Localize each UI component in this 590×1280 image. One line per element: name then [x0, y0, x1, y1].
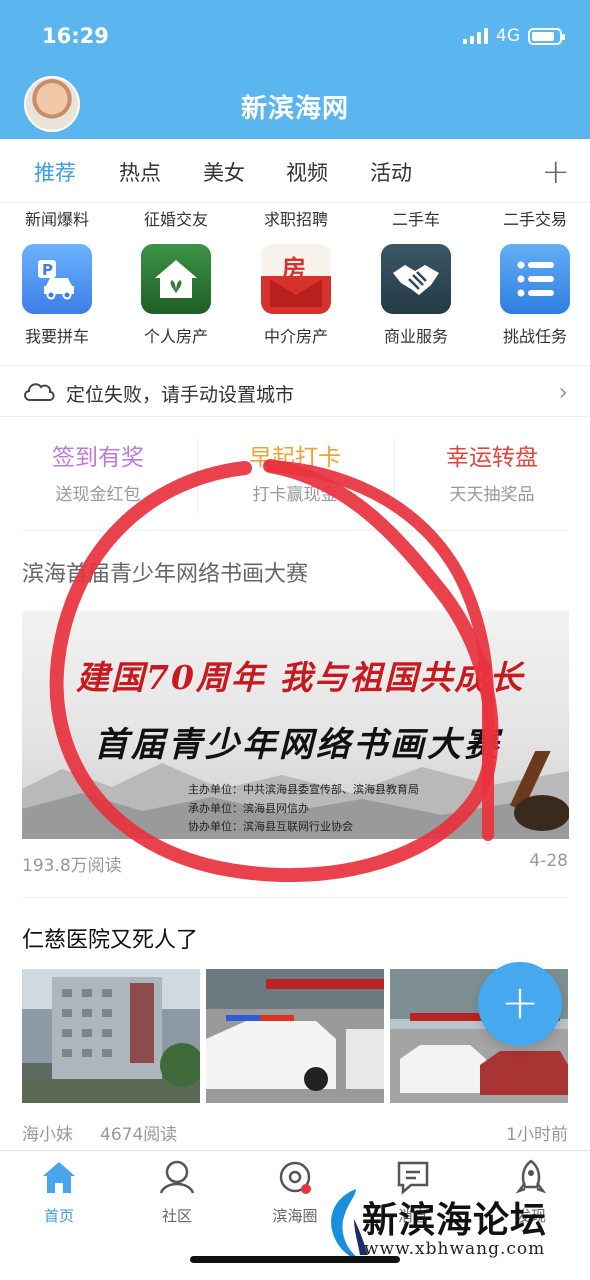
banner-organizer: 承办单位：滨海县网信办 [188, 802, 309, 815]
promo-row: 签到有奖 送现金红包 早起打卡 打卡赢现金 幸运转盘 天天抽奖品 [0, 430, 590, 520]
nav-community[interactable]: 社区 [118, 1159, 236, 1226]
banner-subheadline: 首届青少年网络书画大赛 [94, 725, 501, 765]
agency-house-icon: 房 [261, 244, 331, 314]
article-date: 4-28 [529, 851, 568, 871]
app-screen: 16:29 4G 新滨海网 推荐 热点 美女 视频 活动 + 新闻爆料 征婚交友… [0, 0, 590, 1280]
handshake-icon [381, 244, 451, 314]
shortcut-grid: P 我要拼车 个人房产 房 中介房产 商业服务 挑战任务 [0, 244, 590, 347]
promo-subtitle: 送现金红包 [55, 485, 141, 505]
nav-label: 社区 [161, 1207, 192, 1225]
app-title: 新滨海网 [240, 94, 349, 124]
location-text: 定位失败，请手动设置城市 [66, 384, 295, 406]
shortcut-row-top: 新闻爆料 征婚交友 求职招聘 二手车 二手交易 [0, 206, 590, 230]
shortcut-personal-house[interactable]: 个人房产 [126, 244, 226, 347]
promo-title: 早起打卡 [249, 445, 341, 471]
home-indicator[interactable] [190, 1256, 400, 1263]
shortcut-dating[interactable]: 征婚交友 [126, 206, 226, 230]
tab-activity[interactable]: 活动 [370, 157, 412, 187]
article-banner-image[interactable]: 建国70周年 我与祖国共成长 首届青少年网络书画大赛 主办单位：中共滨海县委宣传… [22, 611, 569, 839]
article-title[interactable]: 仁慈医院又死人了 [22, 922, 198, 954]
shortcut-used-car[interactable]: 二手车 [366, 206, 466, 230]
task-list-icon [500, 244, 570, 314]
article-title[interactable]: 滨海首届青少年网络书画大赛 [22, 556, 308, 588]
shortcut-agency-house[interactable]: 房 中介房产 [246, 244, 346, 347]
shortcut-news-tip[interactable]: 新闻爆料 [7, 206, 107, 230]
promo-title: 幸运转盘 [446, 445, 538, 471]
circle-icon [279, 1161, 311, 1194]
tab-recommend[interactable]: 推荐 [34, 157, 76, 187]
svg-text:房: 房 [282, 255, 306, 283]
shortcut-label: 商业服务 [383, 327, 448, 346]
divider [22, 897, 568, 898]
banner-headline: 建国70周年 我与祖国共成长 [76, 658, 525, 697]
shortcut-task[interactable]: 挑战任务 [485, 244, 585, 347]
nav-home[interactable]: 首页 [0, 1159, 118, 1226]
tab-video[interactable]: 视频 [286, 157, 328, 187]
shortcut-jobs[interactable]: 求职招聘 [246, 206, 346, 230]
compose-plus-button[interactable]: + [478, 962, 562, 1046]
shortcut-second-hand[interactable]: 二手交易 [485, 206, 585, 230]
divider [22, 530, 568, 531]
article-reads: 4674阅读 [100, 1125, 178, 1145]
promo-early-punch[interactable]: 早起打卡 打卡赢现金 [197, 438, 393, 505]
article-thumbnail[interactable] [206, 969, 384, 1103]
article-thumbnail[interactable] [22, 969, 200, 1103]
watermark-name: 新滨海论坛 [362, 1200, 548, 1241]
brush-icon [509, 751, 569, 831]
promo-lucky-wheel[interactable]: 幸运转盘 天天抽奖品 [394, 438, 590, 505]
svg-text:P: P [42, 261, 53, 279]
home-icon [43, 1162, 75, 1193]
promo-title: 签到有奖 [52, 445, 144, 471]
shortcut-label: 我要拼车 [24, 327, 89, 346]
promo-checkin[interactable]: 签到有奖 送现金红包 [0, 438, 196, 505]
community-icon [159, 1160, 195, 1194]
article-time: 1小时前 [506, 1125, 568, 1145]
site-watermark: 新滨海论坛 www.xbhwang.com [320, 1185, 590, 1265]
promo-subtitle: 天天抽奖品 [449, 485, 535, 505]
top-header: 16:29 4G 新滨海网 [0, 0, 590, 139]
banner-organizer: 主办单位：中共滨海县委宣传部、滨海县教育局 [188, 783, 419, 796]
shortcut-carpool[interactable]: P 我要拼车 [7, 244, 107, 347]
article-author: 海小妹 [22, 1125, 73, 1145]
shortcut-business[interactable]: 商业服务 [366, 244, 466, 347]
status-time: 16:29 [42, 24, 109, 48]
carpool-icon: P [22, 244, 92, 314]
status-indicators: 4G [463, 26, 565, 46]
network-type: 4G [496, 26, 520, 46]
shortcut-label: 个人房产 [143, 327, 208, 346]
tab-hot[interactable]: 热点 [119, 157, 161, 187]
add-tab-icon[interactable]: + [542, 152, 571, 192]
article-reads: 193.8万阅读 [22, 856, 122, 876]
location-bar[interactable]: 定位失败，请手动设置城市 › [0, 365, 590, 417]
category-tabs: 推荐 热点 美女 视频 活动 + [0, 139, 590, 203]
tab-beauty[interactable]: 美女 [203, 157, 245, 187]
shortcut-label: 中介房产 [263, 327, 328, 346]
signal-icon [463, 28, 488, 44]
chevron-right-icon: › [558, 378, 568, 406]
house-icon [141, 244, 211, 314]
banner-organizer: 协办单位：滨海县互联网行业协会 [188, 820, 353, 833]
cloud-icon [24, 383, 55, 401]
plus-icon: + [500, 975, 540, 1029]
promo-subtitle: 打卡赢现金 [252, 485, 338, 505]
nav-label: 首页 [43, 1207, 74, 1225]
shortcut-label: 挑战任务 [502, 327, 567, 346]
battery-icon [528, 27, 565, 45]
